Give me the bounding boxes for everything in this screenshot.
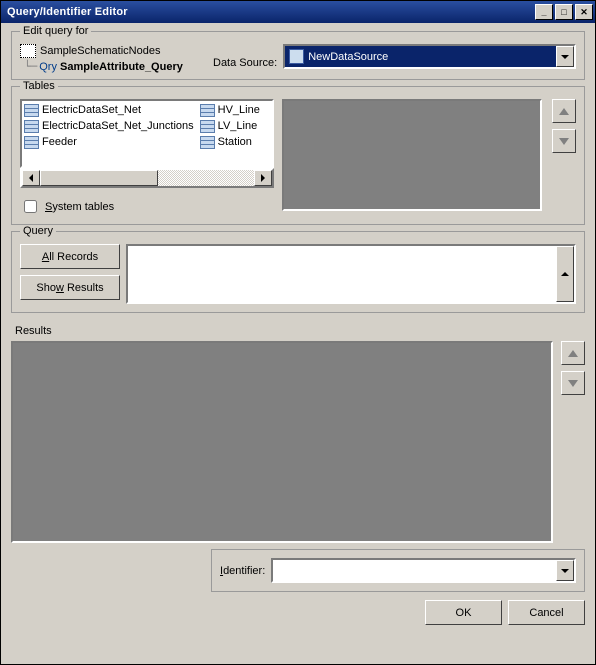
results-label: Results — [15, 325, 581, 337]
scroll-thumb[interactable] — [40, 170, 158, 186]
list-item[interactable]: Feeder — [24, 134, 194, 150]
table-icon — [24, 136, 39, 149]
tree-line-icon: └─ — [24, 60, 37, 73]
scroll-right-button[interactable] — [254, 170, 272, 186]
list-item[interactable]: HV_Line — [200, 102, 260, 118]
arrow-up-icon — [559, 108, 569, 115]
identifier-value[interactable] — [273, 560, 556, 581]
cancel-button[interactable]: Cancel — [508, 600, 585, 625]
ok-button[interactable]: OK — [425, 600, 502, 625]
move-up-button[interactable] — [552, 99, 576, 123]
query-group: Query All Records Show Results — [11, 231, 585, 313]
arrow-down-icon — [568, 380, 578, 387]
client-area: Edit query for SampleSchematicNodes └─ Q… — [1, 23, 595, 664]
tree-root[interactable]: SampleSchematicNodes — [20, 44, 205, 58]
table-fields-panel[interactable] — [282, 99, 542, 211]
all-records-button[interactable]: All Records — [20, 244, 120, 269]
identifier-group: Identifier: — [211, 549, 585, 592]
system-tables-checkbox[interactable] — [24, 200, 37, 213]
chevron-down-icon[interactable] — [556, 46, 574, 67]
table-icon — [200, 136, 215, 149]
query-textarea[interactable] — [128, 246, 556, 302]
query-text-wrap — [126, 244, 576, 304]
identifier-label: Identifier: — [220, 565, 265, 577]
schematic-icon — [20, 44, 36, 58]
tables-legend: Tables — [20, 80, 58, 92]
arrow-down-icon — [559, 138, 569, 145]
query-legend: Query — [20, 225, 56, 237]
arrow-up-icon — [568, 350, 578, 357]
database-icon — [289, 49, 304, 64]
results-move-down-button[interactable] — [561, 371, 585, 395]
data-source-combo[interactable]: NewDataSource — [283, 44, 576, 69]
data-source-value: NewDataSource — [308, 51, 388, 63]
data-source-label: Data Source: — [213, 57, 277, 69]
title-bar: Query/Identifier Editor _ □ ✕ — [1, 1, 595, 23]
identifier-combo[interactable] — [271, 558, 576, 583]
window-title: Query/Identifier Editor — [3, 6, 533, 18]
query-scroll-up[interactable] — [556, 246, 574, 302]
tree-child[interactable]: └─ Qry SampleAttribute_Query — [24, 60, 205, 73]
list-item[interactable]: LV_Line — [200, 118, 260, 134]
results-move-up-button[interactable] — [561, 341, 585, 365]
move-down-button[interactable] — [552, 129, 576, 153]
qry-prefix: Qry — [39, 61, 57, 73]
scroll-left-button[interactable] — [22, 170, 40, 186]
table-icon — [24, 104, 39, 117]
table-icon — [24, 120, 39, 133]
close-button[interactable]: ✕ — [575, 4, 593, 20]
tables-list[interactable]: ElectricDataSet_Net ElectricDataSet_Net_… — [20, 99, 274, 168]
list-item[interactable]: ElectricDataSet_Net — [24, 102, 194, 118]
tables-hscroll[interactable] — [20, 168, 274, 188]
minimize-button[interactable]: _ — [535, 4, 553, 20]
footer: OK Cancel — [11, 598, 585, 627]
show-results-button[interactable]: Show Results — [20, 275, 120, 300]
maximize-button[interactable]: □ — [555, 4, 573, 20]
table-icon — [200, 120, 215, 133]
list-item[interactable]: ElectricDataSet_Net_Junctions — [24, 118, 194, 134]
tree-child-label: SampleAttribute_Query — [60, 61, 183, 73]
edit-query-group: Edit query for SampleSchematicNodes └─ Q… — [11, 31, 585, 80]
table-icon — [200, 104, 215, 117]
list-item[interactable]: Station — [200, 134, 260, 150]
tables-group: Tables ElectricDataSet_Net ElectricDataS… — [11, 86, 585, 225]
system-tables-label: System tables — [45, 201, 114, 213]
edit-query-legend: Edit query for — [20, 25, 91, 37]
chevron-down-icon[interactable] — [556, 560, 574, 581]
tree-root-label: SampleSchematicNodes — [40, 45, 160, 57]
results-grid[interactable] — [11, 341, 553, 543]
window: Query/Identifier Editor _ □ ✕ Edit query… — [0, 0, 596, 665]
results-section: Results — [11, 323, 585, 543]
query-tree[interactable]: SampleSchematicNodes └─ Qry SampleAttrib… — [20, 44, 205, 73]
